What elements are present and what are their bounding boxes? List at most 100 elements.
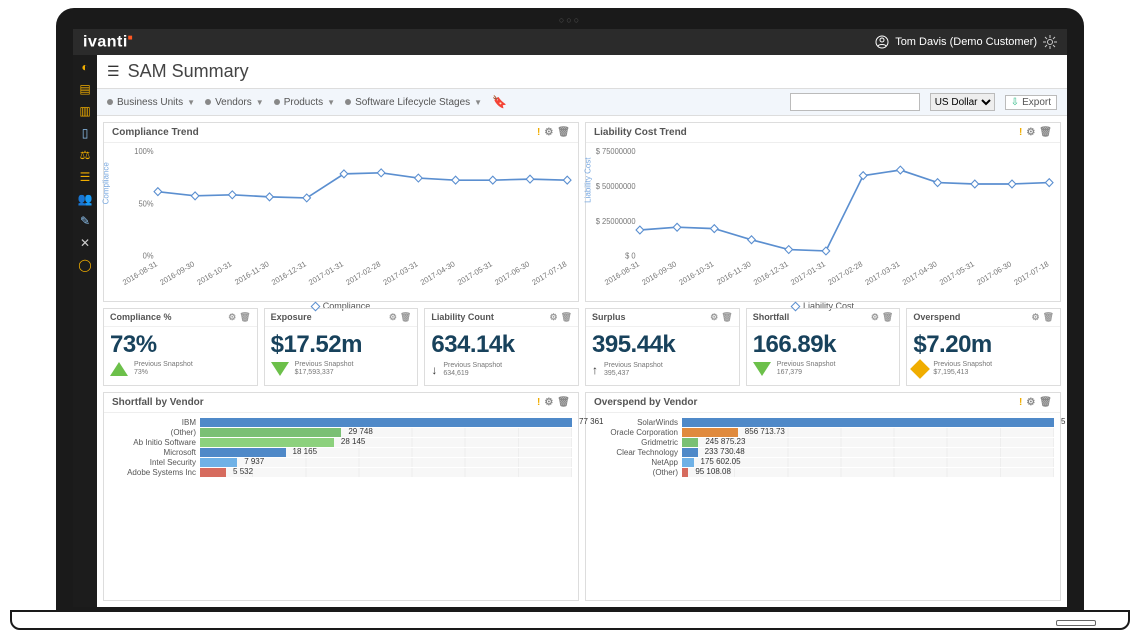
kpi-title: Liability Count — [431, 312, 494, 323]
kpi-value: 166.89k — [753, 331, 894, 359]
delete-icon[interactable]: 🗑 — [1039, 397, 1052, 408]
gear-icon[interactable]: ⚙ — [710, 312, 718, 323]
bar-label: SolarWinds — [592, 418, 682, 427]
nav-tools-icon[interactable]: ✕ — [77, 235, 93, 251]
svg-text:2016-08-31: 2016-08-31 — [121, 259, 159, 287]
bar-label: IBM — [110, 418, 200, 427]
info-icon[interactable]: ! — [537, 127, 540, 138]
gear-icon[interactable] — [1043, 35, 1057, 49]
nav-people-icon[interactable]: 👥 — [77, 191, 93, 207]
kpi-previous: Previous Snapshot73% — [134, 361, 193, 378]
svg-text:2017-01-31: 2017-01-31 — [789, 259, 827, 287]
svg-text:2017-05-31: 2017-05-31 — [938, 259, 976, 287]
kpi-previous: Previous Snapshot395,437 — [604, 362, 663, 379]
laptop-base — [10, 610, 1130, 630]
panel-shortfall-vendor: Shortfall by Vendor !⚙🗑 IBM 77 361 (Othe… — [103, 392, 579, 601]
bar-row: Microsoft 18 165 — [110, 448, 572, 457]
gear-icon[interactable]: ⚙ — [544, 397, 553, 408]
kpi-title: Shortfall — [753, 312, 790, 323]
bar-row: Ab Initio Software 28 145 — [110, 438, 572, 447]
user-menu[interactable]: Tom Davis (Demo Customer) — [875, 35, 1057, 49]
bar-label: Microsoft — [110, 448, 200, 457]
trend-icon — [913, 362, 927, 376]
menu-icon[interactable]: ☰ — [107, 63, 120, 80]
bar-row: (Other) 95 108.08 — [592, 468, 1054, 477]
delete-icon[interactable]: 🗑 — [561, 312, 572, 323]
svg-text:$ 75000000: $ 75000000 — [596, 147, 636, 156]
trend-icon — [271, 362, 289, 376]
svg-text:2016-09-30: 2016-09-30 — [640, 259, 678, 287]
search-input[interactable] — [790, 93, 920, 111]
nav-stack-icon[interactable]: ▤ — [77, 81, 93, 97]
gear-icon[interactable]: ⚙ — [871, 312, 879, 323]
gear-icon[interactable]: ⚙ — [1032, 312, 1040, 323]
gear-icon[interactable]: ⚙ — [228, 312, 236, 323]
delete-icon[interactable]: 🗑 — [1039, 127, 1052, 138]
nav-barchart-icon[interactable]: ▥ — [77, 103, 93, 119]
nav-circle-icon[interactable]: ◯ — [77, 257, 93, 273]
delete-icon[interactable]: 🗑 — [239, 312, 250, 323]
user-name: Tom Davis (Demo Customer) — [895, 36, 1037, 48]
gear-icon[interactable]: ⚙ — [550, 312, 558, 323]
y-axis-label: Compliance — [102, 162, 111, 204]
kpi-card: Liability Count⚙🗑 634.14k ↓ Previous Sna… — [424, 308, 579, 386]
gear-icon[interactable]: ⚙ — [389, 312, 397, 323]
delete-icon[interactable]: 🗑 — [721, 312, 732, 323]
svg-text:50%: 50% — [138, 199, 153, 208]
bar-row: (Other) 29 748 — [110, 428, 572, 437]
svg-text:$ 25000000: $ 25000000 — [596, 217, 636, 226]
info-icon[interactable]: ! — [1019, 127, 1022, 138]
delete-icon[interactable]: 🗑 — [1043, 312, 1054, 323]
info-icon[interactable]: ! — [1019, 397, 1022, 408]
svg-text:2017-03-31: 2017-03-31 — [382, 259, 420, 287]
gear-icon[interactable]: ⚙ — [1026, 397, 1035, 408]
svg-text:2017-03-31: 2017-03-31 — [864, 259, 902, 287]
panel-compliance-trend: Compliance Trend !⚙🗑 Compliance 0%50%100… — [103, 122, 579, 302]
filter-products[interactable]: Products▼ — [274, 97, 335, 108]
panel-title: Compliance Trend — [112, 127, 199, 138]
currency-select[interactable]: US Dollar — [930, 93, 995, 111]
bar-value: 28 145 — [341, 437, 365, 446]
delete-icon[interactable]: 🗑 — [882, 312, 893, 323]
nav-gauge-icon[interactable]: ◐ — [77, 59, 93, 75]
nav-document-icon[interactable]: ▯ — [77, 125, 93, 141]
nav-edit-icon[interactable]: ✎ — [77, 213, 93, 229]
delete-icon[interactable]: 🗑 — [557, 127, 570, 138]
svg-text:2016-09-30: 2016-09-30 — [158, 259, 196, 287]
svg-text:2016-11-30: 2016-11-30 — [715, 259, 752, 287]
panel-title: Liability Cost Trend — [594, 127, 687, 138]
filter-business-units[interactable]: Business Units▼ — [107, 97, 195, 108]
filter-vendors[interactable]: Vendors▼ — [205, 97, 264, 108]
bar-value: 29 748 — [348, 427, 372, 436]
delete-icon[interactable]: 🗑 — [400, 312, 411, 323]
kpi-previous: Previous Snapshot$7,195,413 — [933, 361, 992, 378]
gear-icon[interactable]: ⚙ — [1026, 127, 1035, 138]
svg-text:2016-11-30: 2016-11-30 — [233, 259, 270, 287]
svg-text:100%: 100% — [134, 147, 153, 156]
bar-value: 77 361 — [579, 417, 603, 426]
svg-text:2017-07-18: 2017-07-18 — [530, 259, 568, 287]
trend-icon — [110, 362, 128, 376]
kpi-previous: Previous Snapshot634,619 — [443, 362, 502, 379]
svg-text:2017-04-30: 2017-04-30 — [419, 259, 457, 287]
export-button[interactable]: ⇩Export — [1005, 95, 1057, 110]
liability-chart: $ 0$ 25000000$ 50000000$ 750000002016-08… — [586, 143, 1060, 299]
bar-label: Ab Initio Software — [110, 438, 200, 447]
bar-value: 7 937 — [244, 457, 264, 466]
filter-bar: Business Units▼ Vendors▼ Products▼ Softw… — [97, 89, 1067, 116]
trend-icon: ↑ — [592, 361, 598, 379]
bar-value: 95 108.08 — [695, 467, 731, 476]
nav-list-icon[interactable]: ☰ — [77, 169, 93, 185]
kpi-previous: Previous Snapshot167,379 — [777, 361, 836, 378]
kpi-card: Compliance %⚙🗑 73% Previous Snapshot73% — [103, 308, 258, 386]
nav-scales-icon[interactable]: ⚖ — [77, 147, 93, 163]
kpi-title: Exposure — [271, 312, 312, 323]
svg-text:2016-08-31: 2016-08-31 — [603, 259, 641, 287]
info-icon[interactable]: ! — [537, 397, 540, 408]
gear-icon[interactable]: ⚙ — [544, 127, 553, 138]
delete-icon[interactable]: 🗑 — [557, 397, 570, 408]
bar-value: 175 602.05 — [701, 457, 741, 466]
kpi-value: 395.44k — [592, 331, 733, 359]
filter-tag-icon[interactable]: 🔖 — [492, 95, 507, 109]
filter-lifecycle[interactable]: Software Lifecycle Stages▼ — [345, 97, 482, 108]
